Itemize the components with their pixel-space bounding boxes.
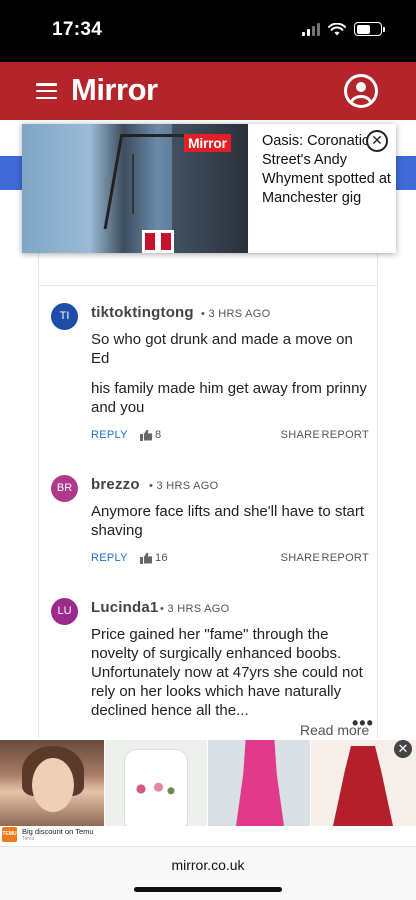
comment-item: BR brezzo • 3 HRS AGO Anymore face lifts… xyxy=(51,475,369,565)
avatar[interactable]: BR xyxy=(51,475,78,502)
side-tab-right xyxy=(394,156,416,190)
like-button[interactable]: 8 xyxy=(140,429,161,441)
comment-time: • 3 HRS AGO xyxy=(160,603,230,615)
account-icon[interactable] xyxy=(344,74,378,108)
comments-panel: TI tiktoktingtong • 3 HRS AGO So who got… xyxy=(38,253,378,738)
ad-text: Big discount on Temu xyxy=(22,827,94,836)
comment-time: • 3 HRS AGO xyxy=(201,308,271,320)
report-button[interactable]: REPORT xyxy=(322,552,369,564)
comment-item: LU Lucinda1 • 3 HRS AGO Price gained her… xyxy=(51,598,369,719)
like-count: 8 xyxy=(155,429,162,441)
video-thumbnail[interactable]: Mirror xyxy=(22,124,248,253)
share-button[interactable]: SHARE xyxy=(281,552,320,564)
mirror-badge: Mirror xyxy=(184,134,231,152)
wifi-icon xyxy=(328,22,346,35)
battery-icon xyxy=(354,22,385,36)
union-flag-image xyxy=(142,230,174,253)
ad-close-icon[interactable]: ✕ xyxy=(394,740,412,758)
brand-logo[interactable]: Mirror xyxy=(71,72,158,108)
comment-actions: REPLY 16 SHARE REPORT xyxy=(91,552,369,568)
comment-username[interactable]: tiktoktingtong xyxy=(91,304,194,321)
avatar[interactable]: TI xyxy=(51,303,78,330)
comment-text: his family made him get away from prinny… xyxy=(91,380,367,416)
browser-url-bar[interactable]: mirror.co.uk xyxy=(0,846,416,900)
signal-icon xyxy=(302,22,320,36)
comment-time: • 3 HRS AGO xyxy=(149,480,219,492)
comment-text: So who got drunk and made a move on Ed xyxy=(91,331,353,367)
site-header: Mirror xyxy=(0,62,416,120)
video-popup[interactable]: Mirror Oasis: Coronation Street's Andy W… xyxy=(22,124,396,253)
close-icon[interactable]: ✕ xyxy=(366,130,388,152)
comment-actions: REPLY 8 SHARE REPORT xyxy=(91,429,369,445)
hamburger-icon[interactable] xyxy=(36,83,57,99)
comment-username[interactable]: brezzo xyxy=(91,476,140,493)
comment-text: Price gained her "fame" through the nove… xyxy=(91,626,363,719)
comment-text: Anymore face lifts and she'll have to st… xyxy=(91,503,364,539)
comment-username[interactable]: Lucinda1 xyxy=(91,599,158,616)
status-icons xyxy=(302,22,385,36)
ad-banner[interactable]: ✕ xyxy=(0,738,416,826)
ad-image-white-dress[interactable] xyxy=(105,740,207,826)
home-indicator[interactable] xyxy=(134,887,282,892)
divider xyxy=(39,285,377,286)
thumbs-up-icon xyxy=(140,430,152,441)
like-button[interactable]: 16 xyxy=(140,552,168,564)
temu-logo: TEMU xyxy=(2,827,17,842)
status-time: 17:34 xyxy=(52,19,103,40)
url-text[interactable]: mirror.co.uk xyxy=(0,857,416,873)
more-icon[interactable]: ••• xyxy=(352,713,374,734)
report-button[interactable]: REPORT xyxy=(322,429,369,441)
thumbs-up-icon xyxy=(140,553,152,564)
ad-image-pink-dress[interactable] xyxy=(208,740,310,826)
ad-caption[interactable]: TEMU Big discount on Temu Temu xyxy=(0,826,416,846)
like-count: 16 xyxy=(155,552,168,564)
reply-button[interactable]: REPLY xyxy=(91,552,128,564)
side-tab-left xyxy=(0,156,22,190)
ad-image-woman[interactable] xyxy=(0,740,104,826)
avatar[interactable]: LU xyxy=(51,598,78,625)
ad-subtext: Temu xyxy=(22,836,35,842)
status-bar: 17:34 xyxy=(0,0,416,62)
comment-item: TI tiktoktingtong • 3 HRS AGO So who got… xyxy=(51,303,369,453)
share-button[interactable]: SHARE xyxy=(281,429,320,441)
reply-button[interactable]: REPLY xyxy=(91,429,128,441)
